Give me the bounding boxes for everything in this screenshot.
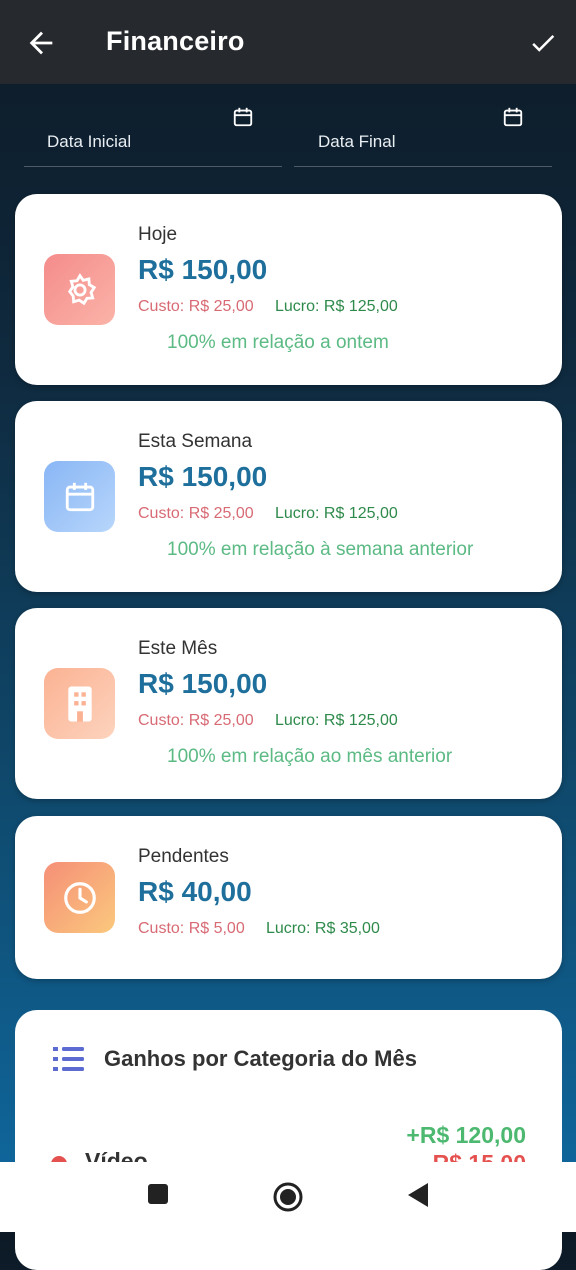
card-comparison: 100% em relação ao mês anterior [167,746,453,767]
start-date-label: Data Inicial [47,132,132,151]
card-cost: Custo: R$ 25,00 [138,712,254,729]
calendar-icon[interactable] [502,106,524,128]
card-cost: Custo: R$ 25,00 [138,298,254,315]
clock-icon [63,881,96,914]
building-icon [67,685,92,722]
summary-card-today[interactable]: Hoje R$ 150,00 Custo: R$ 25,00 Lucro: R$… [15,194,562,385]
card-label: Este Mês [138,638,218,659]
confirm-check-icon[interactable] [528,28,558,58]
card-profit: Lucro: R$ 125,00 [275,505,398,522]
calendar-icon [65,482,94,511]
pending-tile [44,862,115,933]
card-comparison: 100% em relação à semana anterior [167,539,474,560]
card-amount: R$ 150,00 [138,254,268,285]
summary-card-week[interactable]: Esta Semana R$ 150,00 Custo: R$ 25,00 Lu… [15,401,562,592]
card-amount: R$ 150,00 [138,461,268,492]
page-title: Financeiro [106,26,245,56]
summary-card-month[interactable]: Este Mês R$ 150,00 Custo: R$ 25,00 Lucro… [15,608,562,799]
card-cost: Custo: R$ 5,00 [138,920,245,937]
week-tile [44,461,115,532]
card-label: Hoje [138,224,178,245]
card-label: Esta Semana [138,431,253,452]
home-button[interactable] [272,1181,304,1213]
start-date-field[interactable]: Data Inicial [24,100,282,167]
end-date-field[interactable]: Data Final [294,100,552,167]
card-comparison: 100% em relação a ontem [167,332,389,353]
card-cost: Custo: R$ 25,00 [138,505,254,522]
list-icon [53,1047,84,1071]
card-profit: Lucro: R$ 35,00 [266,920,380,937]
summary-card-pending[interactable]: Pendentes R$ 40,00 Custo: R$ 5,00 Lucro:… [15,816,562,979]
system-navigation-bar [0,1162,576,1232]
app-bar: Financeiro [0,0,576,84]
card-label: Pendentes [138,846,229,867]
category-section-title: Ganhos por Categoria do Mês [104,1046,417,1071]
end-date-label: Data Final [318,132,396,151]
month-tile [44,668,115,739]
card-profit: Lucro: R$ 125,00 [275,712,398,729]
calendar-icon[interactable] [232,106,254,128]
card-profit: Lucro: R$ 125,00 [275,298,398,315]
recent-apps-button[interactable] [146,1182,170,1206]
card-amount: R$ 40,00 [138,876,252,907]
back-arrow-icon[interactable] [24,26,58,60]
category-income: +R$ 120,00 [406,1122,526,1148]
sun-gear-icon [67,272,96,305]
card-amount: R$ 150,00 [138,668,268,699]
back-button[interactable] [406,1182,430,1208]
today-tile [44,254,115,325]
